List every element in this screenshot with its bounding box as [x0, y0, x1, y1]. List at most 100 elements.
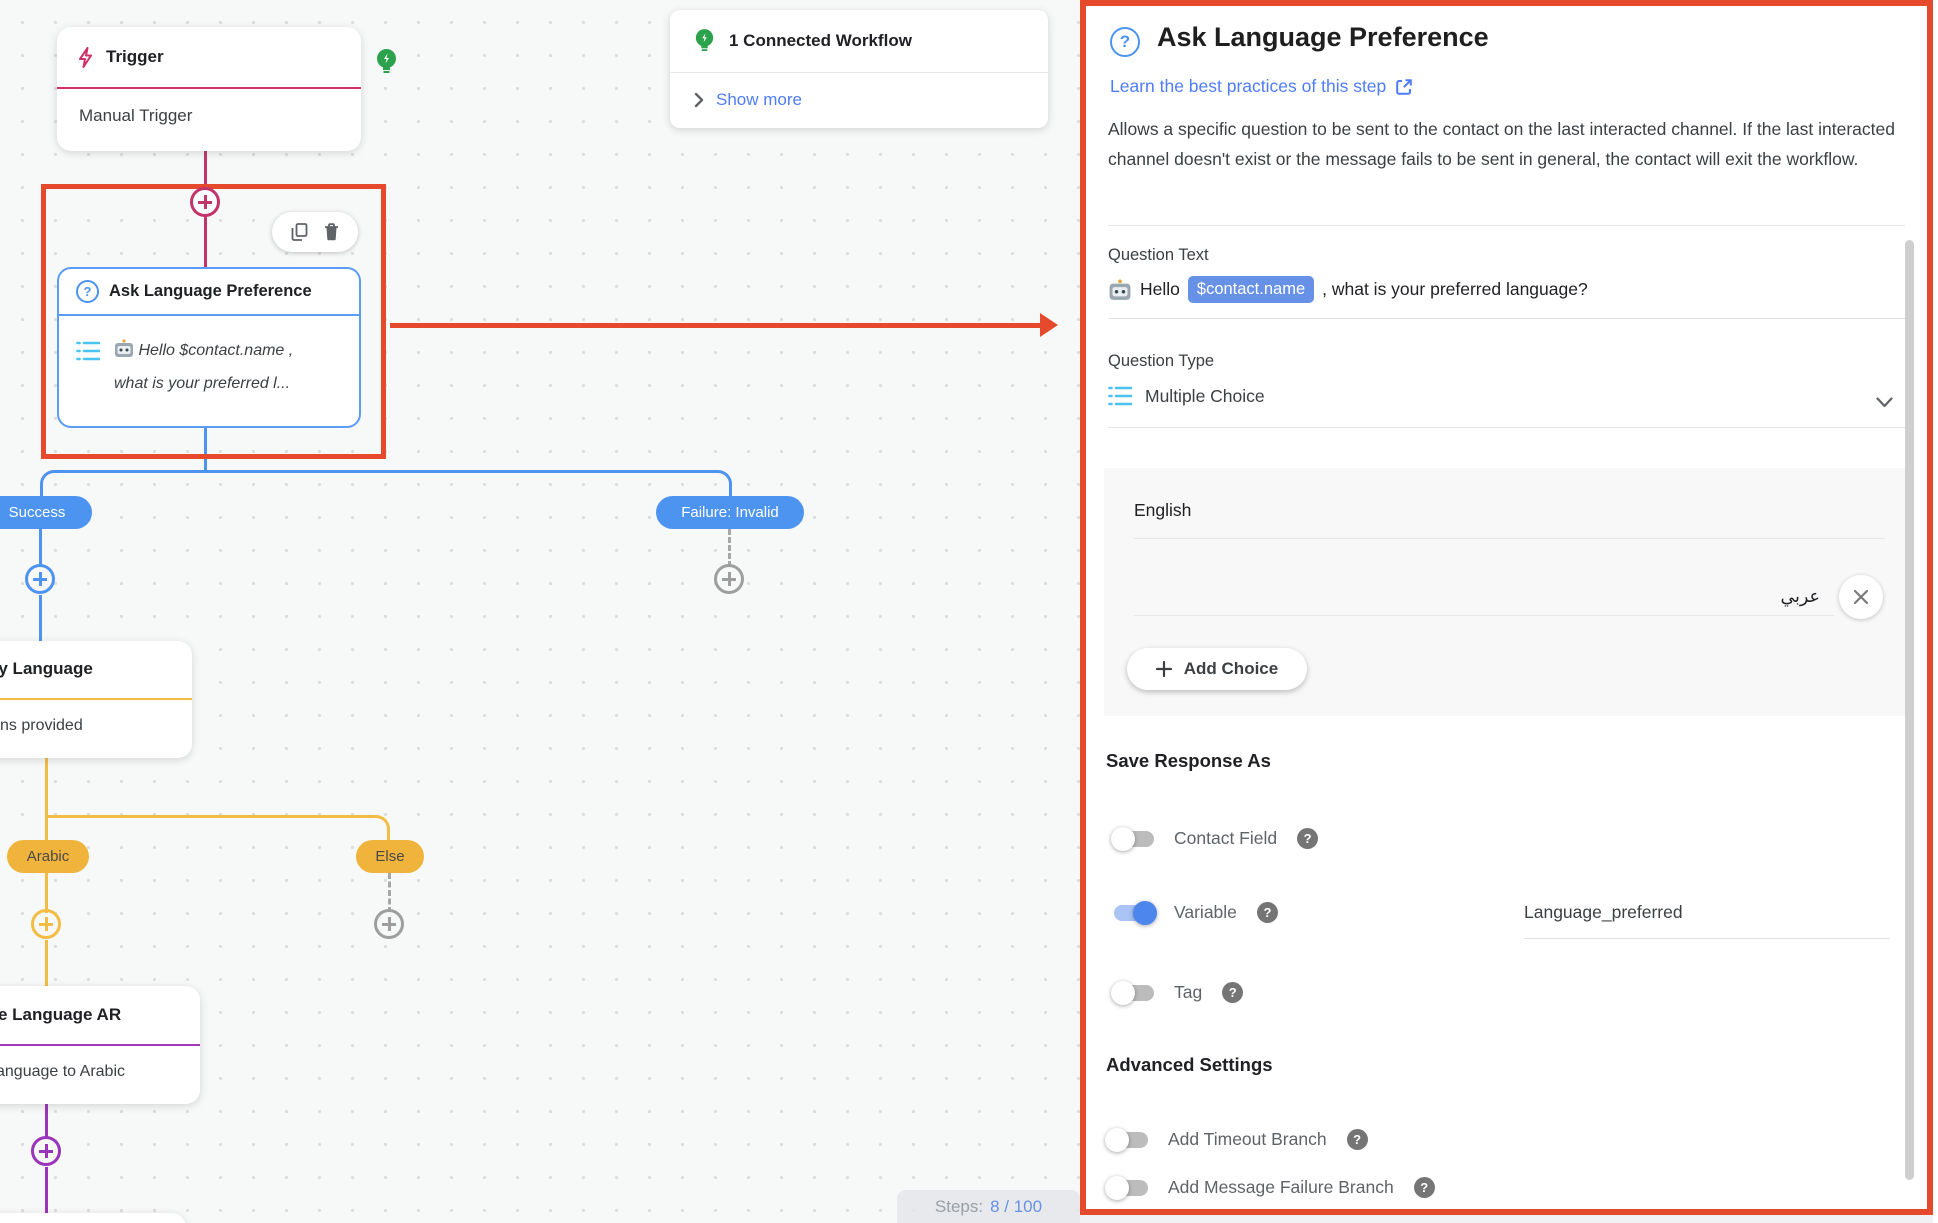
- split-by-language-node[interactable]: by Language ns provided: [0, 641, 192, 758]
- branch-else-label: Else: [375, 848, 404, 865]
- chevron-down-icon[interactable]: [1876, 397, 1893, 408]
- add-step-button-else[interactable]: [374, 909, 404, 939]
- split-node-title: by Language: [0, 659, 93, 679]
- lightbulb-icon: [694, 28, 715, 54]
- branch-else-pill[interactable]: Else: [356, 840, 424, 873]
- panel-title: Ask Language Preference: [1157, 22, 1489, 53]
- trigger-node[interactable]: Trigger Manual Trigger: [57, 27, 361, 151]
- variable-label: Variable: [1174, 902, 1237, 923]
- annotation-arrow: [390, 323, 1042, 328]
- plus-icon: [1156, 661, 1172, 677]
- message-failure-branch-label: Add Message Failure Branch: [1168, 1177, 1394, 1198]
- add-step-button-arabic[interactable]: [31, 909, 61, 939]
- question-mark-icon: [76, 280, 99, 303]
- update-node-title: e Language AR: [0, 1005, 121, 1025]
- branch-success-pill[interactable]: Success: [0, 496, 92, 529]
- question-text-input[interactable]: Hello $contact.name , what is your prefe…: [1108, 276, 1588, 303]
- choice-input-1[interactable]: English: [1134, 500, 1191, 521]
- connector-success: [39, 529, 42, 567]
- advanced-settings-heading: Advanced Settings: [1106, 1054, 1273, 1076]
- connected-workflow-title: 1 Connected Workflow: [729, 31, 912, 51]
- timeout-branch-toggle[interactable]: [1108, 1132, 1148, 1148]
- contact-field-toggle[interactable]: [1114, 831, 1154, 847]
- save-response-heading: Save Response As: [1106, 750, 1271, 772]
- copy-icon[interactable]: [291, 223, 308, 241]
- tag-toggle[interactable]: [1114, 985, 1154, 1001]
- annotation-arrow-head: [1040, 313, 1058, 337]
- add-choice-label: Add Choice: [1184, 659, 1278, 679]
- steps-label: Steps:: [935, 1197, 983, 1217]
- connector-amber-bracket: [46, 815, 390, 842]
- close-icon: [1853, 589, 1869, 605]
- lightbulb-icon[interactable]: [375, 48, 398, 81]
- bottom-partial-node[interactable]: [0, 1213, 186, 1223]
- step-description: Allows a specific question to be sent to…: [1108, 114, 1900, 174]
- question-type-label: Question Type: [1108, 352, 1214, 371]
- add-step-button-success[interactable]: [25, 564, 55, 594]
- help-icon[interactable]: [1414, 1177, 1435, 1198]
- message-failure-branch-row: Add Message Failure Branch: [1108, 1177, 1435, 1198]
- external-link-icon: [1395, 78, 1413, 96]
- divider: [1108, 225, 1905, 226]
- connector-arabic-1: [45, 873, 48, 913]
- lightning-icon: [77, 47, 94, 68]
- question-type-select[interactable]: Multiple Choice: [1108, 385, 1265, 407]
- workflow-canvas[interactable]: Trigger Manual Trigger: [0, 0, 1085, 1223]
- choice-input-2[interactable]: عربي: [1760, 586, 1820, 607]
- contact-field-row: Contact Field: [1114, 828, 1318, 849]
- branch-success-label: Success: [9, 504, 66, 521]
- branch-arabic-pill[interactable]: Arabic: [7, 840, 89, 873]
- variable-toggle[interactable]: [1114, 905, 1154, 921]
- help-icon[interactable]: [1297, 828, 1318, 849]
- ask-node-preview-line2: what is your preferred l...: [114, 375, 290, 392]
- learn-best-practices-link[interactable]: Learn the best practices of this step: [1110, 76, 1413, 97]
- steps-value: 8 / 100: [990, 1197, 1042, 1217]
- variable-input-underline: [1524, 938, 1890, 939]
- connector-blue-bracket: [40, 470, 732, 497]
- steps-counter: Steps: 8 / 100: [897, 1190, 1080, 1223]
- update-language-node[interactable]: e Language AR anguage to Arabic: [0, 986, 200, 1104]
- help-icon[interactable]: [1257, 902, 1278, 923]
- help-icon[interactable]: [1347, 1129, 1368, 1150]
- add-step-button-failure[interactable]: [714, 564, 744, 594]
- connector-else: [388, 873, 391, 913]
- question-type-value: Multiple Choice: [1145, 386, 1265, 407]
- variable-row: Variable: [1114, 902, 1278, 923]
- help-icon[interactable]: [1222, 982, 1243, 1003]
- add-step-button-purple[interactable]: [31, 1136, 61, 1166]
- trigger-node-title: Trigger: [106, 47, 164, 67]
- branch-failure-pill[interactable]: Failure: Invalid: [656, 496, 804, 529]
- add-choice-button[interactable]: Add Choice: [1127, 648, 1307, 690]
- tag-row: Tag: [1114, 982, 1243, 1003]
- remove-choice-button[interactable]: [1839, 575, 1883, 619]
- question-prefix: Hello: [1140, 279, 1180, 300]
- add-step-button-top[interactable]: [190, 187, 220, 217]
- trigger-node-subtitle: Manual Trigger: [57, 89, 361, 143]
- list-icon: [76, 340, 100, 399]
- question-suffix: , what is your preferred language?: [1322, 279, 1588, 300]
- tag-label: Tag: [1174, 982, 1202, 1003]
- workflow-builder: Trigger Manual Trigger: [0, 0, 1938, 1223]
- ask-step-node[interactable]: Ask Language Preference: [57, 267, 361, 428]
- connector-failure: [728, 529, 731, 567]
- branch-arabic-label: Arabic: [27, 848, 70, 865]
- variable-name-input[interactable]: Language_preferred: [1524, 902, 1683, 923]
- message-failure-branch-toggle[interactable]: [1108, 1180, 1148, 1196]
- update-node-subtitle: anguage to Arabic: [0, 1063, 125, 1081]
- branch-failure-label: Failure: Invalid: [681, 504, 779, 521]
- robot-icon: [114, 339, 134, 369]
- contact-field-label: Contact Field: [1174, 828, 1277, 849]
- choice-2-underline: [1134, 615, 1834, 616]
- panel-scrollbar[interactable]: [1905, 240, 1914, 1180]
- trash-icon[interactable]: [324, 223, 339, 241]
- connector-ask-down: [204, 428, 207, 472]
- panel-bottom-gap: [1080, 1215, 1933, 1223]
- question-text-label: Question Text: [1108, 246, 1209, 265]
- chevron-right-icon: [694, 92, 704, 108]
- connector-arabic-2: [45, 940, 48, 986]
- show-more-link[interactable]: Show more: [716, 90, 802, 110]
- contact-name-variable-chip[interactable]: $contact.name: [1188, 276, 1314, 303]
- question-type-underline: [1108, 427, 1905, 428]
- learn-link-label: Learn the best practices of this step: [1110, 76, 1386, 97]
- timeout-branch-label: Add Timeout Branch: [1168, 1129, 1327, 1150]
